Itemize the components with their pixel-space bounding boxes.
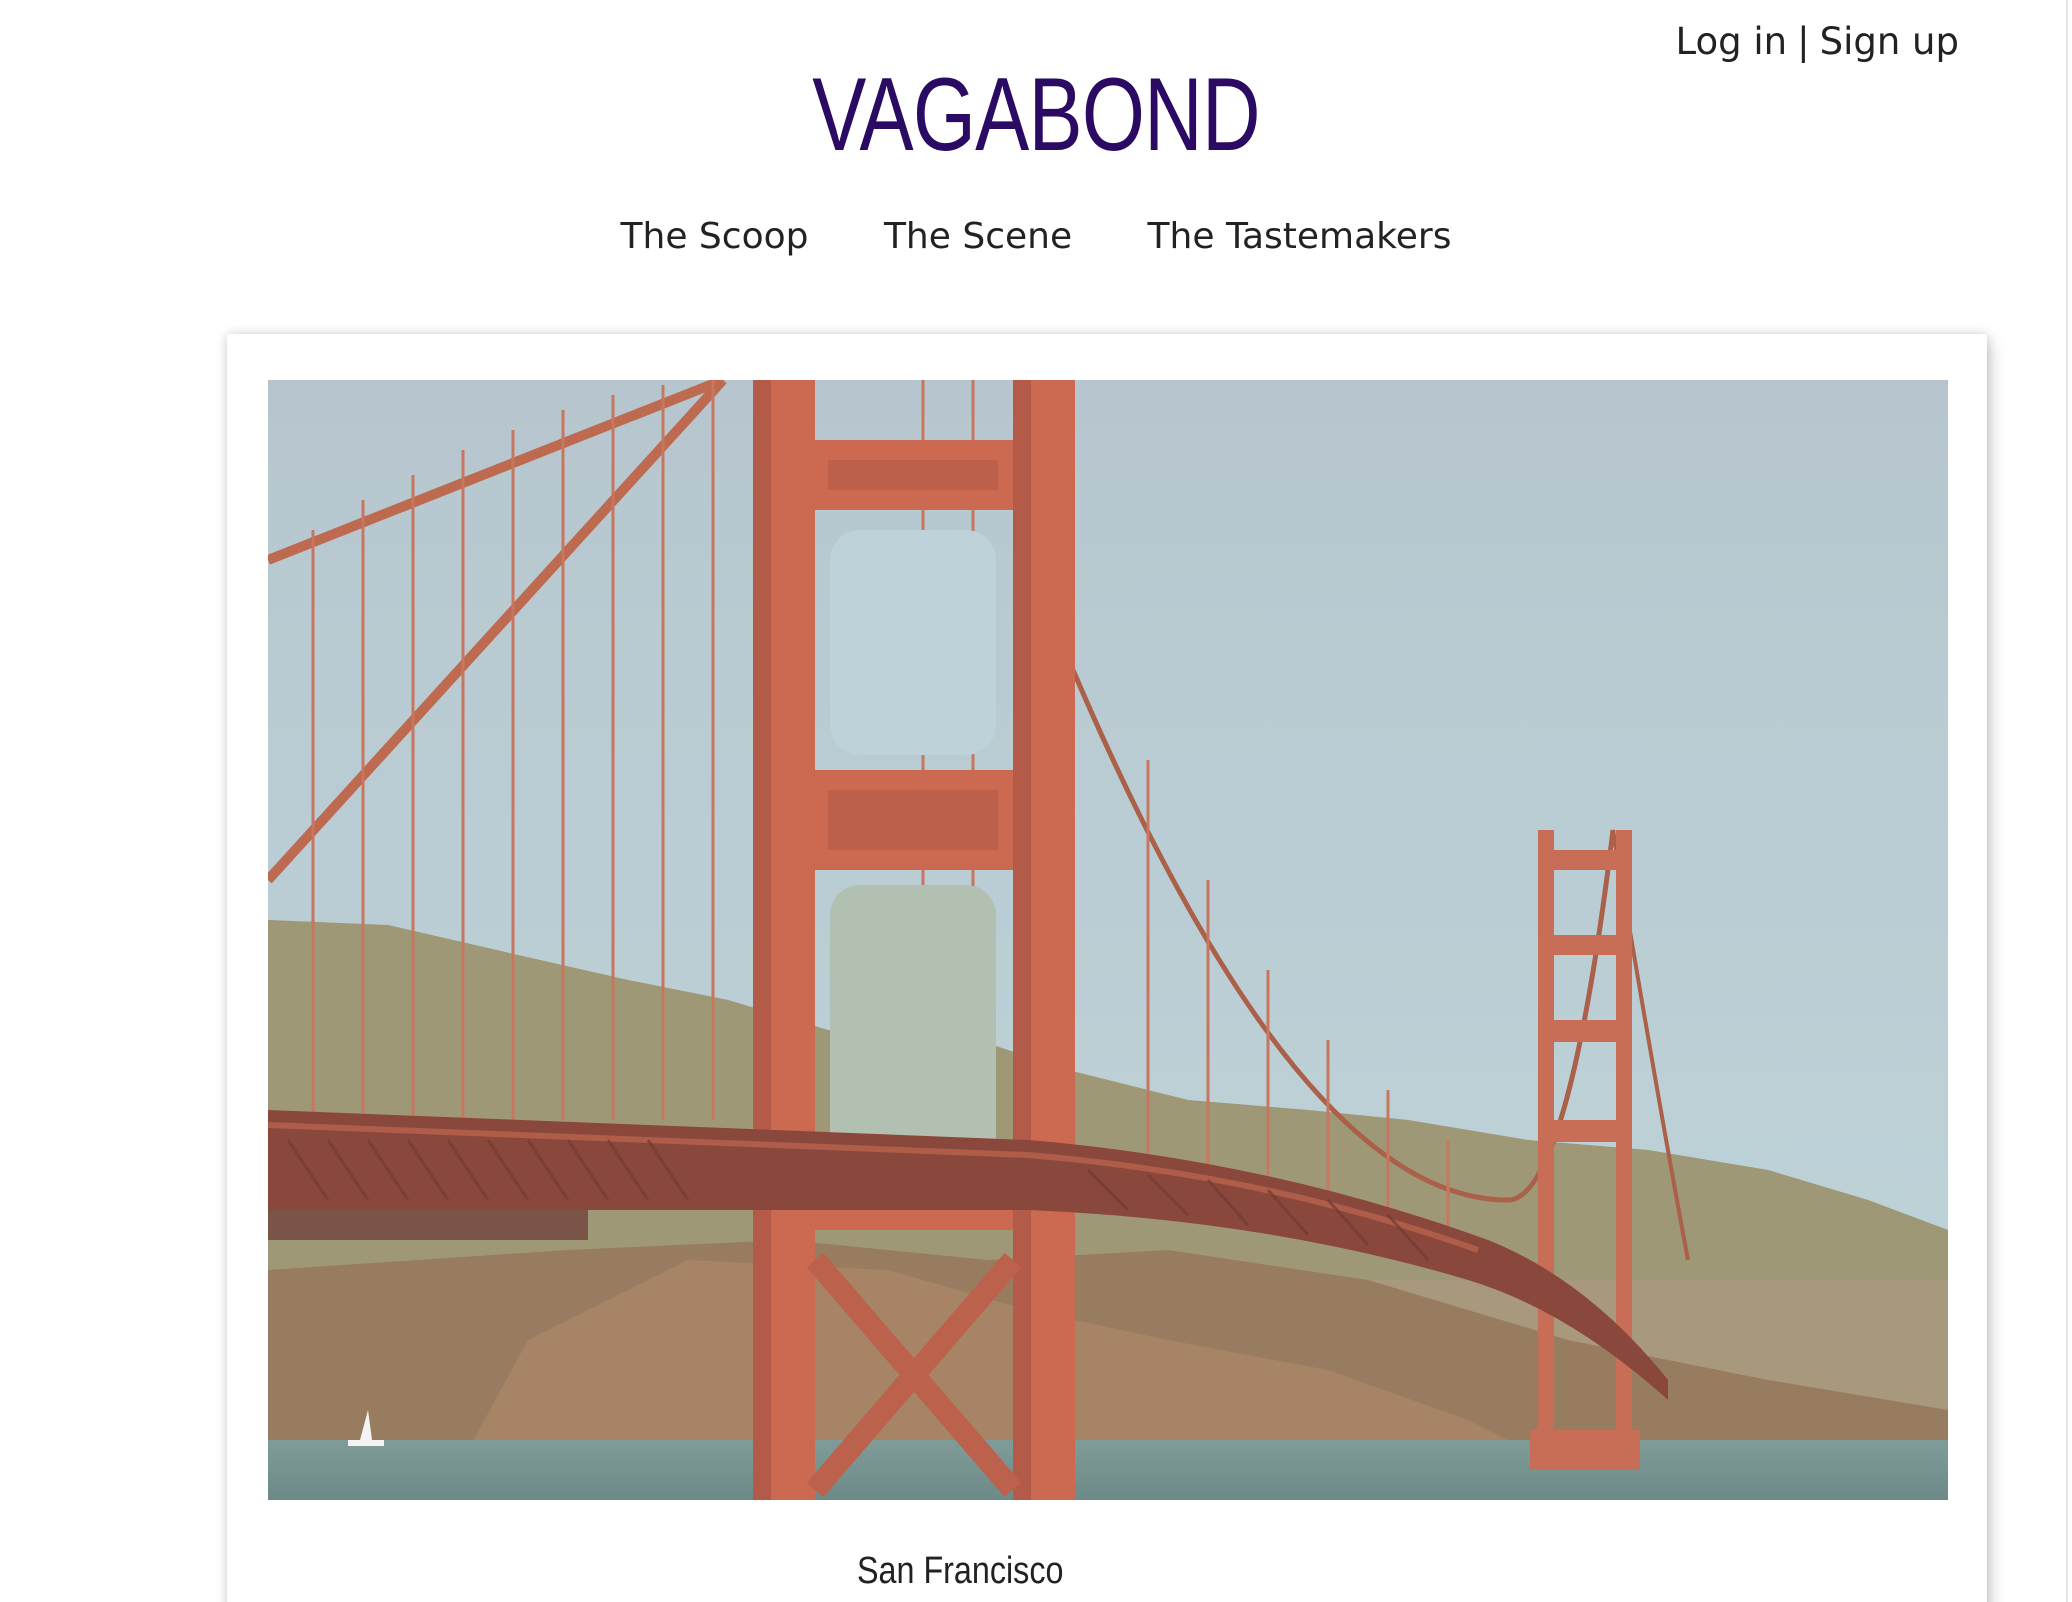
nav-item-the-tastemakers[interactable]: The Tastemakers: [1148, 216, 1452, 257]
golden-gate-bridge-image: [268, 380, 1948, 1500]
auth-separator: |: [1797, 20, 1810, 63]
nav-item-the-scoop[interactable]: The Scoop: [621, 216, 809, 257]
featured-card[interactable]: San Francisco: [227, 334, 1987, 1602]
featured-caption[interactable]: San Francisco: [857, 1550, 1063, 1593]
site-logo[interactable]: VAGABOND: [228, 58, 1844, 173]
signup-link[interactable]: Sign up: [1820, 20, 1959, 63]
main-nav: The Scoop The Scene The Tastemakers: [0, 216, 2072, 257]
page: Log in | Sign up VAGABOND The Scoop The Sc…: [0, 0, 2072, 1602]
nav-item-the-scene[interactable]: The Scene: [884, 216, 1072, 257]
auth-links: Log in | Sign up: [1676, 20, 1959, 63]
featured-photo[interactable]: [268, 380, 1948, 1500]
login-link[interactable]: Log in: [1676, 20, 1788, 63]
